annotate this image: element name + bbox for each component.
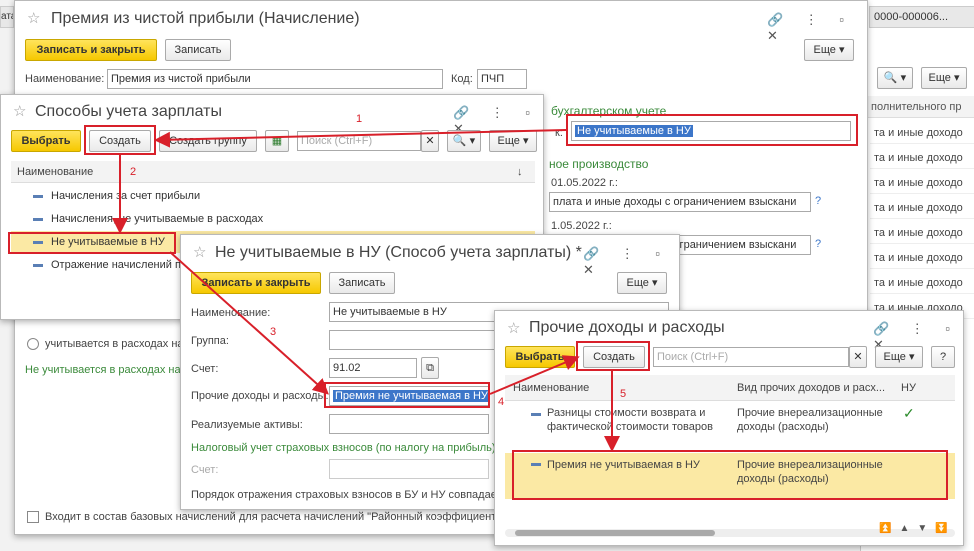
step-number-1: 1	[356, 113, 363, 125]
step-number-3: 3	[270, 326, 277, 338]
annotation-arrows	[112, 129, 620, 452]
step-number-4: 4	[498, 396, 505, 408]
step-number-5: 5	[620, 388, 627, 400]
step-number-2: 2	[130, 166, 137, 178]
